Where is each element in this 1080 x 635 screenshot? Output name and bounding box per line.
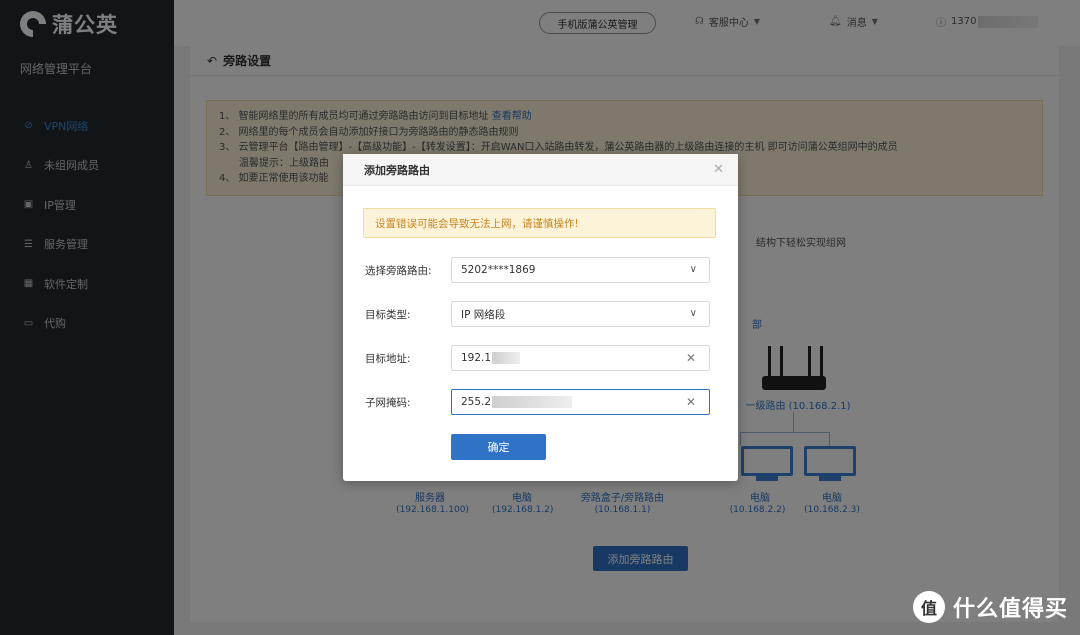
target-type-select[interactable]: IP 网络段 ∨ — [451, 301, 710, 327]
router-select-label: 选择旁路路由: — [365, 265, 432, 277]
redacted-blur — [492, 352, 521, 364]
redacted-blur — [492, 396, 573, 408]
watermark: 值 什么值得买 — [912, 591, 1068, 623]
mask-label: 子网掩码: — [365, 397, 411, 409]
close-icon[interactable]: ✕ — [713, 162, 724, 177]
mask-row: 子网掩码: 255.2 ✕ — [343, 389, 738, 415]
add-bypass-router-dialog: 添加旁路路由 ✕ 设置错误可能会导致无法上网，请谨慎操作! 选择旁路路由: 52… — [343, 154, 738, 481]
clear-icon[interactable]: ✕ — [686, 351, 696, 365]
dialog-title: 添加旁路路由 — [364, 163, 430, 177]
subnet-mask-input[interactable]: 255.2 ✕ — [451, 389, 710, 415]
clear-icon[interactable]: ✕ — [686, 395, 696, 409]
router-select-row: 选择旁路路由: 5202****1869 ∨ — [343, 257, 738, 283]
type-select-label: 目标类型: — [365, 309, 411, 321]
address-row: 目标地址: 192.1 ✕ — [343, 345, 738, 371]
dialog-header: 添加旁路路由 ✕ — [343, 154, 738, 186]
warning-banner: 设置错误可能会导致无法上网，请谨慎操作! — [363, 208, 716, 238]
watermark-text: 什么值得买 — [952, 597, 1068, 622]
chevron-down-icon: ∨ — [689, 308, 697, 319]
router-select[interactable]: 5202****1869 ∨ — [451, 257, 710, 283]
address-label: 目标地址: — [365, 353, 411, 365]
chevron-down-icon: ∨ — [689, 264, 697, 275]
type-select-row: 目标类型: IP 网络段 ∨ — [343, 301, 738, 327]
watermark-logo-icon: 值 — [912, 591, 945, 623]
target-address-input[interactable]: 192.1 ✕ — [451, 345, 710, 371]
confirm-button[interactable]: 确定 — [451, 434, 546, 460]
